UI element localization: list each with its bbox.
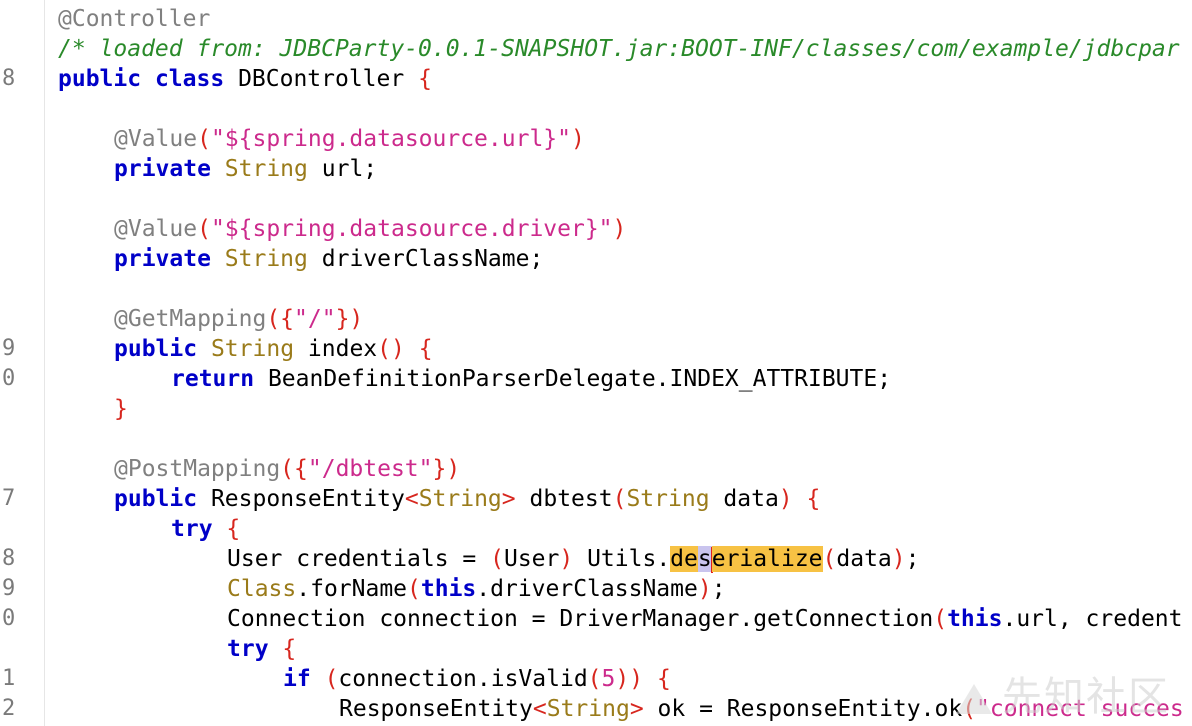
line-number-gutter: 8 9 0 7 8 9 0 1 2 <box>0 0 45 726</box>
code-line: @Value("${spring.datasource.url}") <box>114 126 585 152</box>
number-literal: 5 <box>601 666 616 692</box>
line-number: 9 <box>2 576 16 601</box>
string-literal: "/" <box>294 306 336 332</box>
watermark-logo-icon <box>956 684 992 714</box>
comment: /* loaded from: JDBCParty-0.0.1-SNAPSHOT… <box>58 36 1180 62</box>
keyword: if <box>283 666 311 692</box>
keyword: private <box>114 246 211 272</box>
string-literal: "${spring.datasource.driver}" <box>210 216 613 242</box>
code-line: private String driverClassName; <box>114 246 544 272</box>
annotation: @Value <box>114 126 198 152</box>
keyword: public <box>58 66 142 92</box>
code-line: /* loaded from: JDBCParty-0.0.1-SNAPSHOT… <box>58 34 1180 64</box>
code-area[interactable]: @Controller /* loaded from: JDBCParty-0.… <box>58 0 1192 726</box>
keyword: return <box>171 366 255 392</box>
watermark-text: 先知社区 <box>1002 674 1170 720</box>
line-number: 8 <box>2 546 16 571</box>
type: String <box>224 156 308 182</box>
search-highlight: de <box>670 546 698 572</box>
code-editor[interactable]: 8 9 0 7 8 9 0 1 2 @Controller /* loaded … <box>0 0 1192 726</box>
code-line: return BeanDefinitionParserDelegate.INDE… <box>171 366 892 392</box>
watermark: 先知社区 <box>956 664 1170 722</box>
string-literal: "${spring.datasource.url}" <box>210 126 571 152</box>
method-name: index <box>307 336 378 362</box>
type: String <box>224 246 308 272</box>
brace: { <box>418 336 433 362</box>
code-line: public class DBController { <box>58 64 432 94</box>
code-line: try { <box>171 514 240 544</box>
keyword: public <box>114 486 198 512</box>
annotation: @GetMapping <box>114 306 267 332</box>
code-line: Connection connection = DriverManager.ge… <box>227 606 1183 632</box>
brace: { <box>418 66 432 92</box>
brace: } <box>114 396 128 422</box>
search-highlight: erialize <box>711 546 823 572</box>
line-number: 0 <box>2 606 16 631</box>
keyword: this <box>947 606 1003 632</box>
code-line: if (connection.isValid(5)) { <box>283 666 671 692</box>
code-line: Class.forName(this.driverClassName); <box>227 576 726 602</box>
code-line: } <box>114 394 128 424</box>
brace: { <box>806 486 821 512</box>
method-name: dbtest <box>529 486 613 512</box>
annotation: @PostMapping <box>114 456 281 482</box>
keyword: try <box>171 516 213 542</box>
search-highlight: s <box>697 546 712 572</box>
code-line: User credentials = (User) Utils.deserial… <box>227 546 920 573</box>
line-number: 8 <box>2 66 16 91</box>
code-line: private String url; <box>114 156 378 182</box>
code-line: public String index() { <box>114 336 433 362</box>
keyword: class <box>154 66 225 92</box>
code-line: @Controller <box>58 4 210 34</box>
annotation: @Controller <box>58 6 211 32</box>
line-number: 1 <box>2 666 16 691</box>
line-number: 2 <box>2 696 16 721</box>
class-name: DBController <box>238 66 405 92</box>
brace: { <box>282 636 297 662</box>
keyword: try <box>227 636 269 662</box>
keyword: public <box>114 336 198 362</box>
line-number: 7 <box>2 486 16 511</box>
code-line: @PostMapping({"/dbtest"}) <box>114 456 461 482</box>
line-number: 9 <box>2 336 16 361</box>
annotation: @Value <box>114 216 198 242</box>
type: String <box>210 336 295 362</box>
line-number: 0 <box>2 366 16 391</box>
brace: { <box>226 516 241 542</box>
code-line: @GetMapping({"/"}) <box>114 306 364 332</box>
code-line: @Value("${spring.datasource.driver}") <box>114 216 627 242</box>
string-literal: "/dbtest" <box>307 456 433 482</box>
type: Class <box>227 576 297 602</box>
brace: { <box>656 666 671 692</box>
code-line: try { <box>227 634 296 664</box>
keyword: this <box>420 576 477 602</box>
code-line: public ResponseEntity<String> dbtest(Str… <box>114 486 821 512</box>
keyword: private <box>114 156 211 182</box>
